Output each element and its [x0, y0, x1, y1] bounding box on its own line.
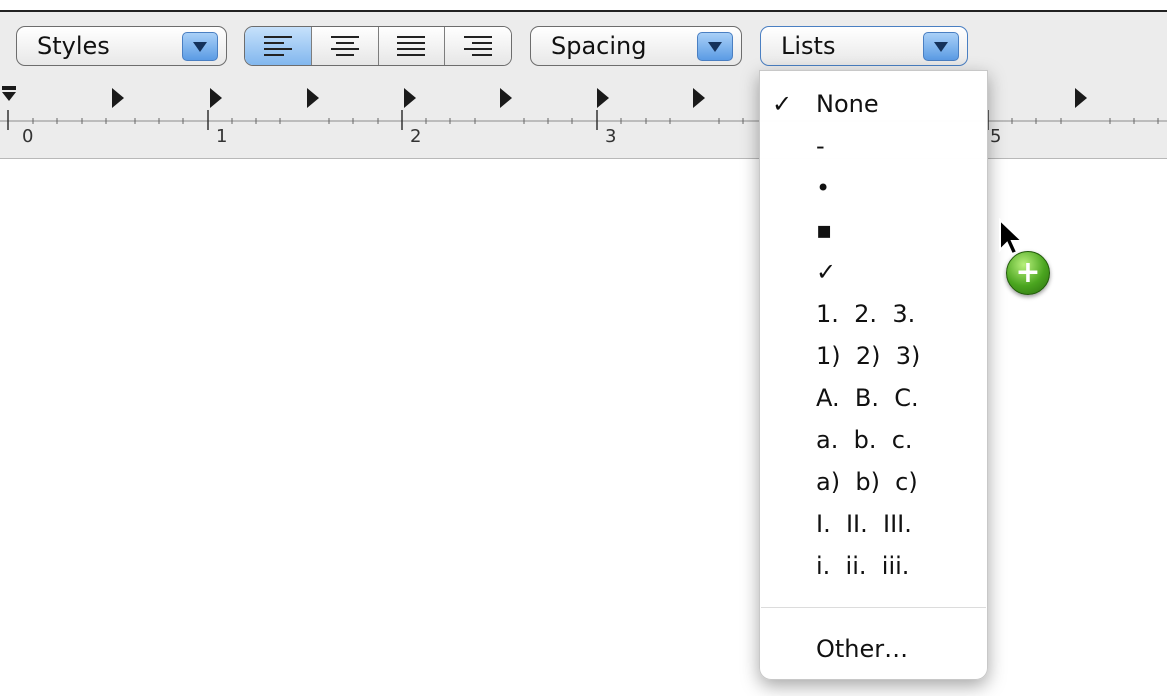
menu-item-other[interactable]: Other…	[760, 628, 989, 670]
ruler-label-1: 1	[216, 126, 228, 147]
menu-separator	[761, 607, 986, 608]
menu-item-label: ▪	[816, 216, 833, 244]
menu-item-numbers-dot[interactable]: 1. 2. 3.	[760, 293, 989, 335]
menu-item-upper-roman[interactable]: I. II. III.	[760, 503, 989, 545]
menu-item-bullet[interactable]: •	[760, 167, 989, 209]
align-justify-button[interactable]	[378, 27, 446, 65]
indent-marker	[2, 86, 16, 101]
ruler-label-0: 0	[22, 126, 34, 147]
chevron-down-icon	[182, 32, 218, 61]
menu-item-label: a) b) c)	[816, 468, 918, 496]
menu-item-upper-alpha[interactable]: A. B. C.	[760, 377, 989, 419]
menu-item-lower-alpha[interactable]: a. b. c.	[760, 419, 989, 461]
align-left-icon	[263, 36, 292, 56]
menu-item-label: -	[816, 132, 825, 160]
menu-item-label: None	[816, 90, 879, 118]
menu-item-label: ✓	[816, 258, 837, 286]
align-right-icon	[464, 36, 493, 56]
styles-label: Styles	[37, 32, 110, 60]
lists-dropdown-menu: ✓ None - • ▪ ✓ 1. 2. 3. 1) 2) 3) A. B. C…	[759, 70, 988, 680]
menu-item-label: a. b. c.	[816, 426, 913, 454]
align-right-button[interactable]	[445, 27, 511, 65]
spacing-label: Spacing	[551, 32, 647, 60]
menu-item-lower-roman[interactable]: i. ii. iii.	[760, 545, 989, 587]
menu-item-label: I. II. III.	[816, 510, 912, 538]
menu-item-label: 1) 2) 3)	[816, 342, 921, 370]
menu-item-numbers-paren[interactable]: 1) 2) 3)	[760, 335, 989, 377]
menu-item-label: Other…	[816, 635, 909, 663]
partial-heading	[0, 0, 1167, 10]
align-justify-icon	[397, 36, 426, 56]
ruler[interactable]: 0 1 2 3 5	[0, 74, 1167, 159]
copy-plus-badge-icon: +	[1006, 251, 1050, 295]
chevron-down-icon	[697, 32, 733, 61]
menu-item-none[interactable]: ✓ None	[760, 83, 989, 125]
menu-item-lower-alpha-paren[interactable]: a) b) c)	[760, 461, 989, 503]
styles-popup[interactable]: Styles	[16, 26, 227, 66]
checkmark-icon: ✓	[772, 90, 793, 118]
chevron-down-icon	[923, 32, 959, 61]
align-center-button[interactable]	[311, 27, 379, 65]
ruler-label-5: 5	[990, 126, 1002, 147]
format-toolbar: Styles Spacing Lists	[0, 10, 1167, 76]
align-left-button[interactable]	[245, 27, 312, 65]
lists-popup[interactable]: Lists	[760, 26, 968, 66]
ruler-label-2: 2	[410, 126, 422, 147]
spacing-popup[interactable]: Spacing	[530, 26, 742, 66]
menu-item-hyphen[interactable]: -	[760, 125, 989, 167]
menu-item-label: 1. 2. 3.	[816, 300, 916, 328]
lists-label: Lists	[781, 32, 836, 60]
menu-item-label: i. ii. iii.	[816, 552, 910, 580]
alignment-group	[244, 26, 512, 66]
menu-item-check[interactable]: ✓	[760, 251, 989, 293]
menu-item-square[interactable]: ▪	[760, 209, 989, 251]
menu-item-label: •	[816, 174, 831, 202]
menu-item-label: A. B. C.	[816, 384, 919, 412]
align-center-icon	[330, 36, 359, 56]
ruler-label-3: 3	[605, 126, 617, 147]
